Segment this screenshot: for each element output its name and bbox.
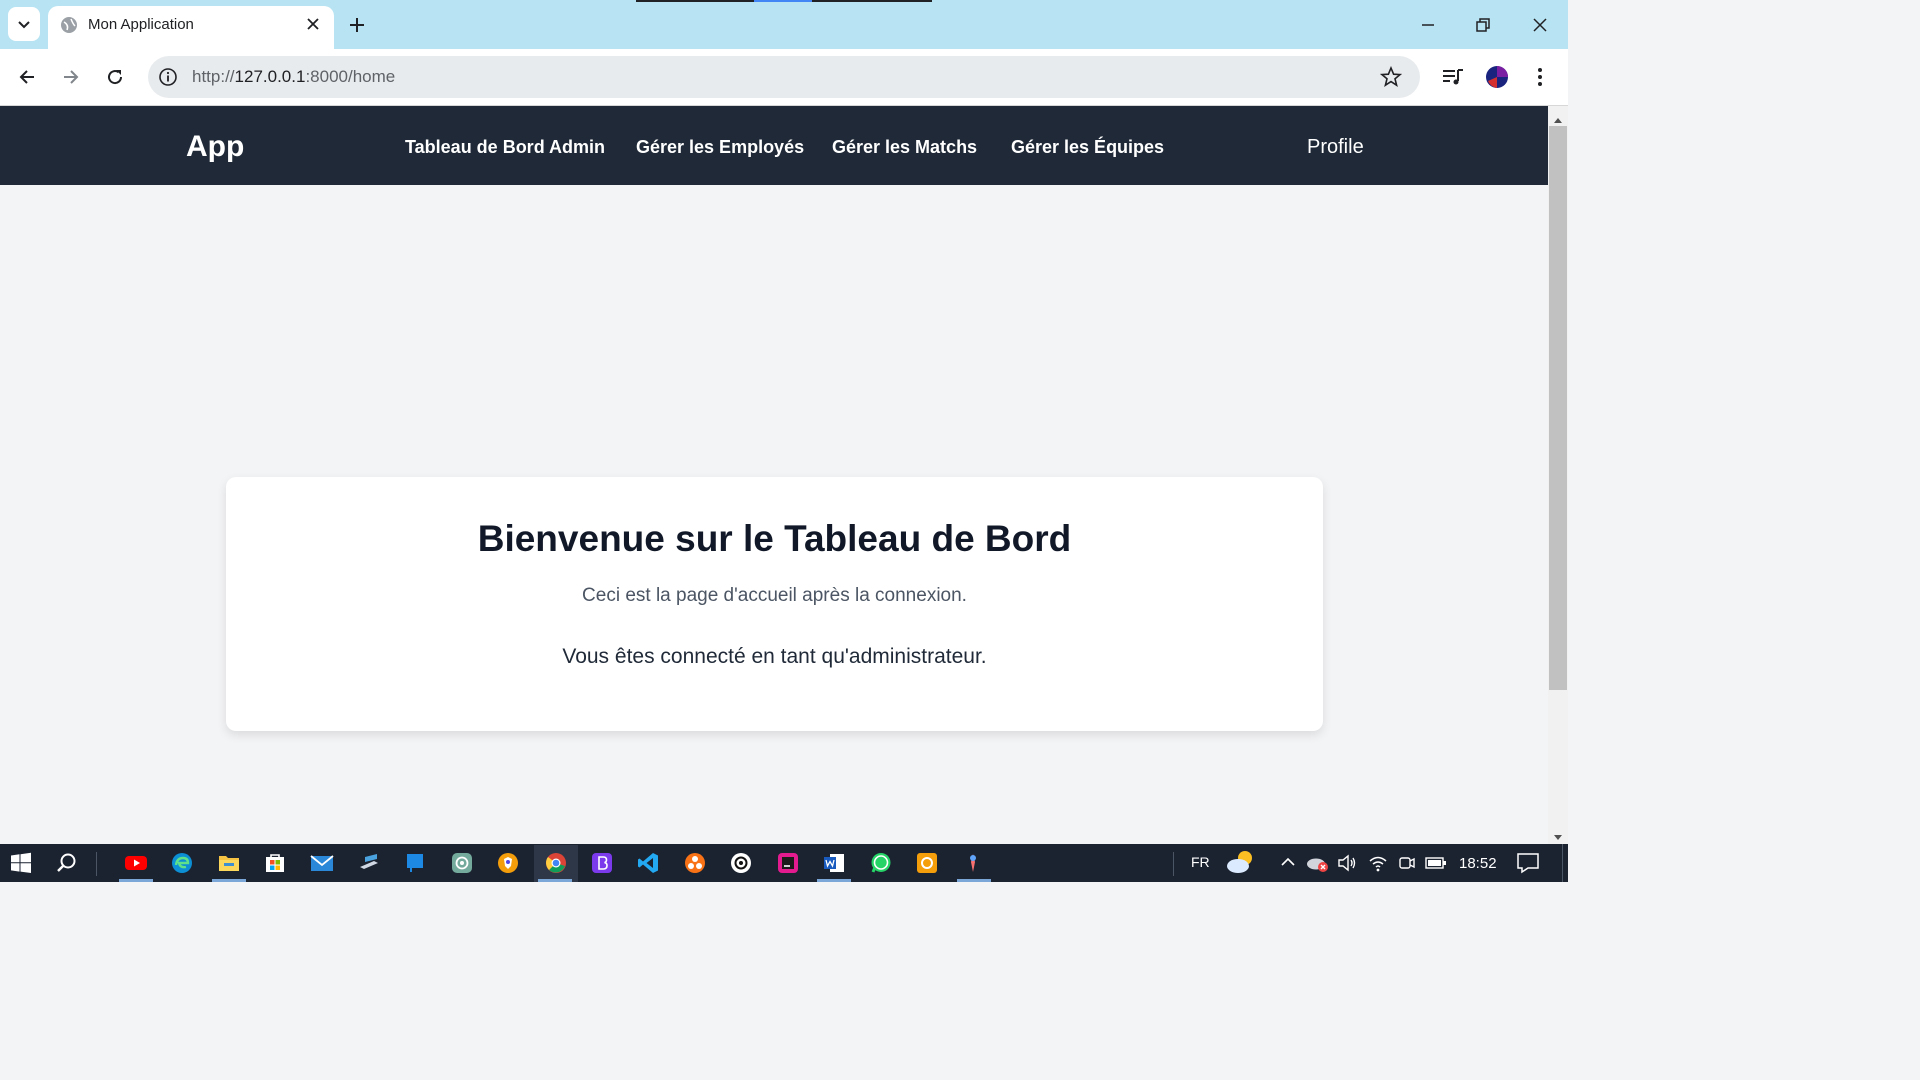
nav-link-matches[interactable]: Gérer les Matchs	[832, 137, 977, 158]
taskbar-running-indicator	[817, 879, 851, 882]
app-brand[interactable]: App	[186, 130, 244, 164]
weather-icon[interactable]	[1225, 848, 1257, 876]
volume-icon[interactable]	[1337, 854, 1357, 872]
chatgpt-app-icon[interactable]	[447, 849, 477, 877]
jetbrains-icon[interactable]	[773, 849, 803, 877]
nav-link-employees[interactable]: Gérer les Employés	[636, 137, 804, 158]
media-control-icon[interactable]	[1441, 66, 1465, 88]
taskbar-running-indicator	[957, 879, 991, 882]
tab-close-button[interactable]	[302, 13, 324, 35]
edge-browser-icon[interactable]	[167, 849, 197, 877]
minimize-icon	[1422, 24, 1434, 26]
arrow-right-icon	[64, 70, 79, 84]
bookmark-star-icon[interactable]	[1379, 65, 1403, 88]
application-icon[interactable]	[400, 849, 430, 877]
wifi-icon[interactable]	[1368, 854, 1388, 872]
taskbar-running-indicator	[212, 879, 246, 882]
scroll-down-arrow-icon[interactable]	[1552, 830, 1564, 840]
remote-desktop-icon[interactable]	[354, 849, 384, 877]
vscode-icon[interactable]	[633, 849, 663, 877]
paint-brush-app-icon[interactable]	[958, 849, 988, 877]
url-text: http://127.0.0.1:8000/home	[192, 67, 395, 87]
whatsapp-icon[interactable]	[866, 849, 896, 877]
taskbar-divider	[1173, 852, 1174, 876]
nav-link-profile[interactable]: Profile	[1307, 136, 1364, 159]
openai-icon[interactable]	[726, 849, 756, 877]
restore-button[interactable]	[1468, 10, 1498, 40]
microsoft-store-icon[interactable]	[260, 849, 290, 877]
tab-title: Mon Application	[88, 16, 194, 33]
globe-icon	[60, 16, 78, 34]
site-info-icon[interactable]	[158, 67, 178, 87]
youtube-icon[interactable]	[121, 849, 151, 877]
profile-avatar[interactable]	[1485, 65, 1509, 89]
url-scheme: http://	[192, 67, 235, 86]
orange-app-icon[interactable]	[680, 849, 710, 877]
taskbar-divider	[96, 852, 97, 876]
welcome-subtitle: Ceci est la page d'accueil après la conn…	[582, 585, 967, 606]
chevron-up-icon[interactable]	[1279, 855, 1297, 869]
url-host: 127.0.0.1	[234, 67, 306, 86]
tab-search-button[interactable]	[8, 7, 40, 41]
url-path: :8000/home	[305, 67, 396, 86]
close-icon	[307, 18, 319, 30]
new-tab-button[interactable]	[344, 12, 370, 38]
arrow-left-icon	[19, 70, 34, 84]
mail-icon[interactable]	[307, 849, 337, 877]
show-desktop-button[interactable]	[1562, 844, 1569, 882]
page-title: Bienvenue sur le Tableau de Bord	[477, 518, 1072, 559]
reload-icon	[108, 70, 123, 85]
clock[interactable]: 18:52	[1459, 855, 1497, 872]
close-window-button[interactable]	[1525, 10, 1555, 40]
chevron-down-icon	[18, 21, 30, 29]
onedrive-error-icon[interactable]	[1306, 853, 1330, 873]
bootstrap-app-icon[interactable]	[587, 849, 617, 877]
taskbar-running-indicator	[119, 879, 153, 882]
taskbar-running-indicator	[538, 879, 572, 882]
window-top-indicator-active	[754, 0, 812, 2]
role-message: Vous êtes connecté en tant qu'administra…	[562, 645, 987, 668]
forward-button[interactable]	[56, 62, 86, 92]
nav-link-admin-dashboard[interactable]: Tableau de Bord Admin	[405, 137, 605, 158]
plus-icon	[350, 18, 364, 32]
battery-icon[interactable]	[1425, 856, 1447, 870]
chrome-browser-icon[interactable]	[541, 849, 571, 877]
restore-icon	[1476, 18, 1490, 32]
search-icon[interactable]	[52, 849, 82, 877]
nav-link-teams[interactable]: Gérer les Équipes	[1011, 137, 1164, 158]
minimize-button[interactable]	[1413, 10, 1443, 40]
brave-browser-icon[interactable]	[493, 849, 523, 877]
camera-icon[interactable]	[1398, 854, 1416, 872]
reload-button[interactable]	[100, 62, 130, 92]
file-explorer-icon[interactable]	[214, 849, 244, 877]
language-indicator[interactable]: FR	[1191, 854, 1210, 870]
word-icon[interactable]	[819, 849, 849, 877]
more-options-icon[interactable]	[1530, 66, 1550, 88]
back-button[interactable]	[12, 62, 42, 92]
windows-start-icon[interactable]	[6, 849, 36, 877]
orange-square-app-icon[interactable]	[912, 849, 942, 877]
scrollbar-thumb[interactable]	[1549, 126, 1567, 690]
close-icon	[1533, 18, 1547, 32]
scroll-up-arrow-icon[interactable]	[1552, 112, 1564, 123]
notification-center-icon[interactable]	[1516, 852, 1540, 874]
